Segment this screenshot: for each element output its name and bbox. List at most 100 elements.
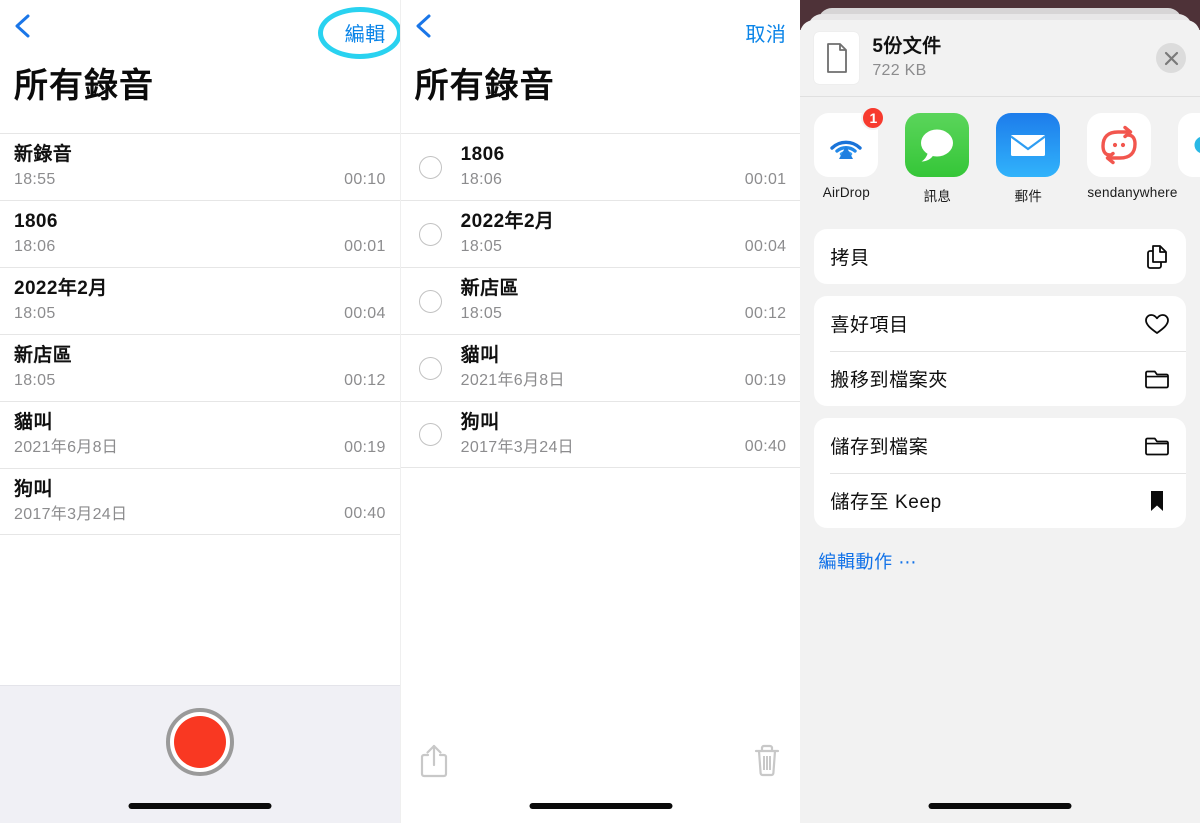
share-target-messages[interactable]: 訊息 xyxy=(905,113,970,205)
action-label: 搬移到檔案夾 xyxy=(830,370,948,391)
list-item[interactable]: 狗叫 2017年3月24日 00:40 xyxy=(0,468,400,535)
recording-duration: 00:12 xyxy=(344,372,386,389)
recording-name: 2022年2月 xyxy=(460,211,555,232)
share-item-size: 722 KB xyxy=(872,62,927,79)
circle-unchecked-icon xyxy=(419,423,443,446)
recording-duration: 00:01 xyxy=(344,238,386,255)
recording-duration: 00:40 xyxy=(344,505,386,522)
airdrop-icon: 1 xyxy=(814,106,886,177)
panel-voice-memos-select-mode: 取消 所有錄音 1806 18:06 00:01 2022年2月 18:05 0… xyxy=(399,0,801,823)
list-item[interactable]: 貓叫 2021年6月8日 00:19 xyxy=(400,334,801,401)
page-title: 所有錄音 xyxy=(14,67,154,105)
recording-duration: 00:12 xyxy=(744,305,787,322)
recording-date: 18:05 xyxy=(14,305,56,322)
circle-unchecked-icon xyxy=(419,222,443,246)
home-indicator xyxy=(529,803,672,809)
list-item[interactable]: 新店區 18:05 00:12 xyxy=(400,267,801,334)
action-row-save-to-keep[interactable]: 儲存至 Keep xyxy=(814,473,1186,528)
action-label: 拷貝 xyxy=(830,248,870,269)
recording-duration: 00:19 xyxy=(744,372,787,389)
list-item[interactable]: 1806 18:06 00:01 xyxy=(0,200,400,267)
recording-name: 貓叫 xyxy=(14,412,53,433)
folder-icon xyxy=(1144,366,1170,392)
list-item[interactable]: 貓叫 2021年6月8日 00:19 xyxy=(0,401,400,468)
list-item[interactable]: 2022年2月 18:05 00:04 xyxy=(400,200,801,267)
circle-unchecked-icon xyxy=(419,356,443,380)
list-item-body: 狗叫 2017年3月24日 xyxy=(0,478,344,526)
record-button[interactable] xyxy=(165,708,234,776)
share-target-label: 訊息 xyxy=(923,189,952,204)
folder-icon xyxy=(1144,433,1170,459)
selection-toggle[interactable] xyxy=(401,423,461,446)
recording-duration: 00:04 xyxy=(344,305,386,322)
recording-date: 2021年6月8日 xyxy=(14,439,119,456)
action-group-favorites-move: 喜好項目 搬移到檔案夾 xyxy=(814,296,1187,406)
selection-toggle[interactable] xyxy=(401,222,461,246)
list-item-body: 2022年2月 18:05 xyxy=(461,210,745,258)
list-item[interactable]: 狗叫 2017年3月24日 00:40 xyxy=(400,401,801,468)
share-target-mail[interactable]: 郵件 xyxy=(996,113,1061,205)
share-up-arrow-icon[interactable] xyxy=(417,742,451,780)
share-target-label: 郵件 xyxy=(1014,189,1043,204)
edit-toolbar xyxy=(400,720,801,823)
cancel-button[interactable]: 取消 xyxy=(745,18,786,47)
airdrop-badge: 1 xyxy=(861,106,886,130)
circle-unchecked-icon xyxy=(419,155,443,179)
list-item[interactable]: 1806 18:06 00:01 xyxy=(400,133,801,200)
list-item-body: 新錄音 18:55 xyxy=(0,143,344,191)
recordings-list-selectable: 1806 18:06 00:01 2022年2月 18:05 00:04 新店區… xyxy=(400,133,801,468)
document-icon xyxy=(826,43,847,73)
recording-name: 新店區 xyxy=(460,278,519,299)
share-target-sendanywhere[interactable]: sendanywhere xyxy=(1087,113,1177,200)
list-item-body: 新店區 18:05 xyxy=(461,277,745,325)
selection-toggle[interactable] xyxy=(401,155,461,179)
list-item[interactable]: 新錄音 18:55 00:10 xyxy=(0,133,400,200)
bookmark-icon xyxy=(1144,488,1170,514)
recording-name: 狗叫 xyxy=(14,478,53,500)
action-row-favorites[interactable]: 喜好項目 xyxy=(814,296,1186,351)
list-item-body: 新店區 18:05 xyxy=(0,344,344,392)
recording-name: 新錄音 xyxy=(14,144,73,165)
trash-icon[interactable] xyxy=(750,742,784,780)
action-row-move-to-folder[interactable]: 搬移到檔案夾 xyxy=(814,351,1186,406)
edit-button[interactable]: 編輯 xyxy=(345,18,386,47)
recording-date: 18:05 xyxy=(14,372,56,389)
home-indicator xyxy=(928,803,1072,809)
close-x-icon xyxy=(1164,51,1178,65)
list-item-body: 1806 18:06 xyxy=(0,210,344,258)
share-target-airdrop[interactable]: 1 AirDrop xyxy=(814,106,886,200)
recording-date: 18:55 xyxy=(14,171,56,188)
action-row-save-to-files[interactable]: 儲存到檔案 xyxy=(814,418,1186,473)
recording-duration: 00:40 xyxy=(744,438,787,455)
share-sheet-header: 5份文件 722 KB xyxy=(800,20,1200,97)
mail-icon xyxy=(996,113,1061,177)
list-item[interactable]: 新店區 18:05 00:12 xyxy=(0,334,400,401)
sendanywhere-icon xyxy=(1087,113,1152,177)
action-label: 儲存到檔案 xyxy=(830,437,929,458)
recording-date: 2017年3月24日 xyxy=(460,438,574,456)
panel1-navbar: 編輯 xyxy=(0,0,400,52)
panel-voice-memos-list: 編輯 所有錄音 新錄音 18:55 00:10 1806 18:06 00:01 xyxy=(0,0,400,823)
action-row-copy[interactable]: 拷貝 xyxy=(814,229,1186,284)
three-panel-screenshot: 編輯 所有錄音 新錄音 18:55 00:10 1806 18:06 00:01 xyxy=(0,0,1200,823)
record-circle-icon xyxy=(173,716,226,768)
recordings-list: 新錄音 18:55 00:10 1806 18:06 00:01 2022年2月… xyxy=(0,133,400,535)
share-target-flickr[interactable] xyxy=(1178,113,1200,185)
action-label: 儲存至 Keep xyxy=(830,492,942,513)
recording-duration: 00:04 xyxy=(744,238,787,255)
panel-share-sheet: 5份文件 722 KB 1 AirDrop 訊息 郵件 sendanywhere… xyxy=(800,0,1200,823)
selection-toggle[interactable] xyxy=(401,289,461,313)
edit-actions-link[interactable]: 編輯動作 ⋯ xyxy=(818,548,1200,574)
chevron-left-icon[interactable] xyxy=(12,13,34,39)
close-button[interactable] xyxy=(1156,43,1187,73)
selection-toggle[interactable] xyxy=(401,356,461,380)
recording-date: 2021年6月8日 xyxy=(460,372,565,389)
share-item-title: 5份文件 xyxy=(872,36,942,57)
action-label: 喜好項目 xyxy=(830,315,909,336)
list-item[interactable]: 2022年2月 18:05 00:04 xyxy=(0,267,400,334)
recording-name: 1806 xyxy=(460,144,505,165)
home-indicator xyxy=(128,803,272,809)
chevron-left-icon[interactable] xyxy=(413,13,435,39)
recording-name: 1806 xyxy=(14,211,58,232)
recording-duration: 00:01 xyxy=(744,171,787,188)
